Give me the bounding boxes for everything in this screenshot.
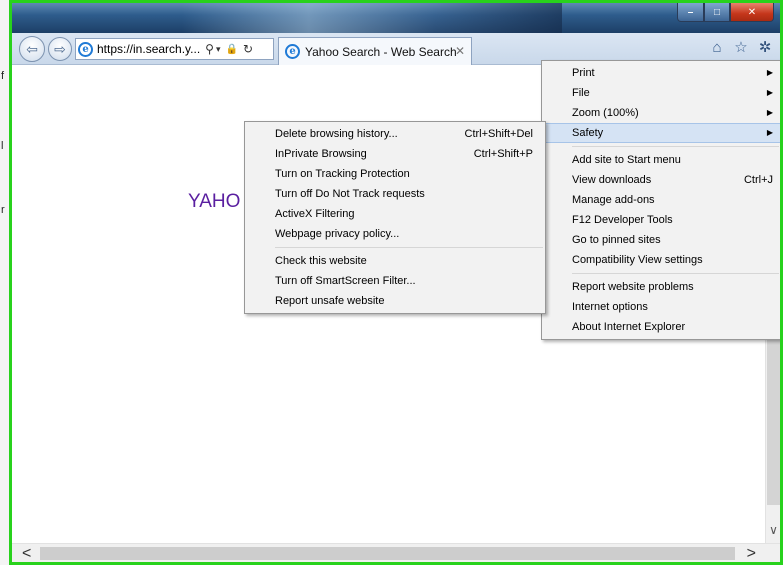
menu-item-turn-off-do-not-track[interactable]: Turn off Do Not Track requests: [245, 184, 545, 204]
menu-item-label: Zoom (100%): [572, 107, 639, 119]
horizontal-scrollbar[interactable]: < >: [12, 543, 780, 562]
menu-item-view-downloads[interactable]: View downloads Ctrl+J: [542, 170, 780, 190]
window-controls: – □ ✕: [677, 3, 774, 23]
menu-item-report-website-problems[interactable]: Report website problems: [542, 277, 780, 297]
submenu-arrow-icon: ▶: [766, 68, 773, 77]
submenu-arrow-icon: ▶: [766, 128, 773, 137]
menu-item-check-this-website[interactable]: Check this website: [245, 251, 545, 271]
tools-menu: Print ▶ File ▶ Zoom (100%) ▶ Safety ▶ Ad…: [541, 60, 780, 340]
menu-item-add-site-to-start-menu[interactable]: Add site to Start menu: [542, 150, 780, 170]
horizontal-scroll-thumb[interactable]: [40, 547, 735, 560]
menu-item-label: Delete browsing history...: [275, 128, 398, 140]
close-button[interactable]: ✕: [730, 3, 774, 22]
menu-item-f12-developer-tools[interactable]: F12 Developer Tools: [542, 210, 780, 230]
menu-item-label: File: [572, 87, 590, 99]
menu-separator: [572, 273, 779, 274]
menu-item-report-unsafe-website[interactable]: Report unsafe website: [245, 291, 545, 311]
browser-tab[interactable]: e Yahoo Search - Web Search ✕: [278, 37, 472, 65]
ie-logo-icon: e: [285, 44, 300, 59]
menu-item-label: Add site to Start menu: [572, 154, 681, 166]
menu-item-safety[interactable]: Safety ▶: [542, 123, 780, 143]
menu-item-print[interactable]: Print ▶: [542, 63, 780, 83]
menu-item-shortcut: Ctrl+Shift+Del: [464, 128, 533, 140]
menu-separator: [572, 146, 779, 147]
vertical-scroll-thumb[interactable]: [767, 340, 780, 505]
menu-item-label: InPrivate Browsing: [275, 148, 367, 160]
menu-item-label: Print: [572, 67, 595, 79]
scroll-down-arrow-icon[interactable]: ∨: [766, 523, 780, 537]
favorites-star-icon[interactable]: ☆: [732, 38, 750, 56]
menu-item-label: View downloads: [572, 174, 652, 186]
window-titlebar: – □ ✕: [12, 3, 780, 33]
maximize-button[interactable]: □: [704, 3, 730, 22]
menu-item-label: Manage add-ons: [572, 194, 655, 206]
address-url[interactable]: https://in.search.y...: [97, 42, 200, 56]
titlebar-glass: [182, 3, 562, 33]
refresh-icon[interactable]: ↻: [243, 42, 253, 56]
close-tab-icon[interactable]: ✕: [455, 44, 465, 58]
menu-item-label: Turn off SmartScreen Filter...: [275, 275, 416, 287]
menu-item-label: Report website problems: [572, 281, 694, 293]
scroll-left-arrow-icon[interactable]: <: [22, 544, 31, 562]
menu-item-turn-on-tracking-protection[interactable]: Turn on Tracking Protection: [245, 164, 545, 184]
dropdown-arrow-icon[interactable]: ▾: [216, 44, 221, 55]
menu-item-label: ActiveX Filtering: [275, 208, 355, 220]
ie-logo-icon: e: [78, 41, 93, 57]
menu-item-label: Safety: [572, 127, 604, 139]
menu-item-shortcut: Ctrl+Shift+P: [473, 148, 533, 160]
background-window-edge: f l r: [0, 0, 9, 565]
tab-title: Yahoo Search - Web Search: [305, 44, 457, 59]
menu-item-about-internet-explorer[interactable]: About Internet Explorer: [542, 317, 780, 337]
home-icon[interactable]: ⌂: [708, 39, 726, 56]
lock-icon[interactable]: 🔒: [225, 44, 237, 55]
menu-item-label: Turn off Do Not Track requests: [275, 188, 425, 200]
menu-item-webpage-privacy-policy[interactable]: Webpage privacy policy...: [245, 224, 545, 244]
menu-item-inprivate-browsing[interactable]: InPrivate Browsing Ctrl+Shift+P: [245, 144, 545, 164]
internet-explorer-window: – □ ✕ ⇦ ⇨ e https://in.search.y... ⚲ ▾ 🔒…: [9, 0, 783, 565]
yahoo-logo: YAHO: [188, 191, 241, 212]
safety-submenu: Delete browsing history... Ctrl+Shift+De…: [244, 121, 546, 314]
menu-item-label: About Internet Explorer: [572, 321, 686, 333]
menu-item-label: Webpage privacy policy...: [275, 228, 400, 240]
menu-item-go-to-pinned-sites[interactable]: Go to pinned sites: [542, 230, 780, 250]
menu-item-label: Check this website: [275, 255, 367, 267]
menu-item-label: F12 Developer Tools: [572, 214, 673, 226]
address-bar[interactable]: e https://in.search.y... ⚲ ▾ 🔒 ↻: [75, 38, 274, 60]
menu-item-activex-filtering[interactable]: ActiveX Filtering: [245, 204, 545, 224]
command-icons: ⌂ ☆ ✲: [708, 38, 774, 57]
minimize-button[interactable]: –: [677, 3, 704, 22]
background-text-fragment: f: [1, 70, 5, 82]
menu-item-label: Report unsafe website: [275, 295, 385, 307]
menu-item-delete-browsing-history[interactable]: Delete browsing history... Ctrl+Shift+De…: [245, 124, 545, 144]
menu-item-compatibility-view-settings[interactable]: Compatibility View settings: [542, 250, 780, 270]
search-icon[interactable]: ⚲: [205, 42, 214, 56]
menu-item-label: Compatibility View settings: [572, 254, 703, 266]
scroll-right-arrow-icon[interactable]: >: [747, 544, 756, 562]
menu-item-internet-options[interactable]: Internet options: [542, 297, 780, 317]
menu-item-shortcut: Ctrl+J: [743, 174, 773, 186]
back-arrow-icon: ⇦: [26, 40, 38, 57]
background-text-fragment: r: [1, 204, 5, 216]
gear-icon[interactable]: ✲: [756, 38, 774, 56]
forward-arrow-icon: ⇨: [54, 40, 66, 57]
menu-item-turn-off-smartscreen-filter[interactable]: Turn off SmartScreen Filter...: [245, 271, 545, 291]
menu-item-zoom[interactable]: Zoom (100%) ▶: [542, 103, 780, 123]
menu-item-label: Internet options: [572, 301, 648, 313]
background-text-fragment: l: [1, 140, 4, 152]
submenu-arrow-icon: ▶: [766, 88, 773, 97]
menu-separator: [275, 247, 543, 248]
menu-item-file[interactable]: File ▶: [542, 83, 780, 103]
submenu-arrow-icon: ▶: [766, 108, 773, 117]
forward-button[interactable]: ⇨: [48, 37, 72, 61]
menu-item-label: Turn on Tracking Protection: [275, 168, 410, 180]
menu-item-manage-add-ons[interactable]: Manage add-ons: [542, 190, 780, 210]
menu-item-label: Go to pinned sites: [572, 234, 661, 246]
back-button[interactable]: ⇦: [19, 36, 45, 62]
